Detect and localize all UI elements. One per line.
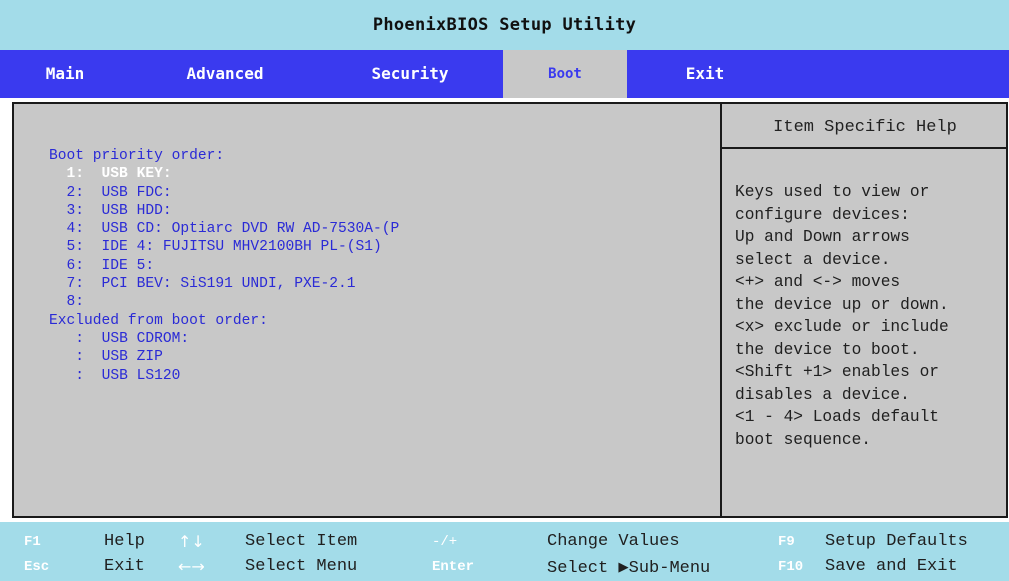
key-f1: F1 <box>24 534 41 550</box>
title-bar: PhoenixBIOS Setup Utility <box>0 0 1009 50</box>
tab-exit[interactable]: Exit <box>665 50 745 98</box>
boot-item-5[interactable]: 5: IDE 4: FUJITSU MHV2100BH PL-(S1) <box>49 238 399 256</box>
tab-advanced[interactable]: Advanced <box>160 50 290 98</box>
tab-security[interactable]: Security <box>345 50 475 98</box>
boot-item-8[interactable]: 8: <box>49 293 399 311</box>
help-text: Keys used to view or configure devices: … <box>735 181 1005 451</box>
help-line: boot sequence. <box>735 430 871 449</box>
boot-order-list: Boot priority order: 1: USB KEY: 2: USB … <box>49 147 399 385</box>
key-help-footer: F1 Help ↑↓ Select Item -/+ Change Values… <box>0 522 1009 581</box>
boot-priority-heading: Boot priority order: <box>49 148 225 164</box>
help-line: Keys used to view or <box>735 183 930 201</box>
boot-item-3[interactable]: 3: USB HDD: <box>49 202 399 220</box>
change-values-label: Change Values <box>547 532 680 551</box>
select-submenu-label: Select ▶Sub-Menu <box>547 559 711 578</box>
save-and-exit-label: Save and Exit <box>825 557 958 576</box>
key-f9: F9 <box>778 534 795 550</box>
app-title: PhoenixBIOS Setup Utility <box>372 15 637 35</box>
help-line: configure devices: <box>735 205 910 224</box>
tab-boot[interactable]: Boot <box>503 50 627 98</box>
help-line: select a device. <box>735 250 891 269</box>
exit-key-label: Exit <box>104 557 145 576</box>
select-item-label: Select Item <box>245 532 358 551</box>
key-esc: Esc <box>24 559 50 575</box>
key-f10: F10 <box>778 559 804 575</box>
boot-item-6[interactable]: 6: IDE 5: <box>49 257 399 275</box>
boot-item-2[interactable]: 2: USB FDC: <box>49 184 399 202</box>
excluded-item-2[interactable]: : USB ZIP <box>49 348 399 366</box>
boot-item-1[interactable]: 1: USB KEY: <box>49 165 399 183</box>
up-down-arrows-icon: ↑↓ <box>178 532 205 551</box>
key-plus-minus: -/+ <box>432 534 458 550</box>
key-enter: Enter <box>432 559 475 575</box>
menu-bar: Main Advanced Security Boot Exit <box>0 50 1009 98</box>
left-right-arrows-icon: ←→ <box>178 557 205 576</box>
excluded-item-3[interactable]: : USB LS120 <box>49 367 399 385</box>
select-menu-label: Select Menu <box>245 557 358 576</box>
help-line: <Shift +1> enables or <box>735 363 939 381</box>
tab-main[interactable]: Main <box>20 50 110 98</box>
help-line: the device to boot. <box>735 340 920 359</box>
boot-item-7[interactable]: 7: PCI BEV: SiS191 UNDI, PXE-2.1 <box>49 275 399 293</box>
help-key-label: Help <box>104 532 145 551</box>
boot-item-4[interactable]: 4: USB CD: Optiarc DVD RW AD-7530A-(P <box>49 220 400 238</box>
setup-defaults-label: Setup Defaults <box>825 532 968 551</box>
excluded-heading: Excluded from boot order: <box>49 312 268 329</box>
excluded-item-1[interactable]: : USB CDROM: <box>49 330 399 348</box>
main-panel: Boot priority order: 1: USB KEY: 2: USB … <box>12 102 1008 518</box>
panel-divider <box>720 104 722 516</box>
help-line: <x> exclude or include <box>735 318 949 336</box>
help-title: Item Specific Help <box>773 118 957 137</box>
help-divider <box>722 147 1008 149</box>
help-line: Up and Down arrows <box>735 228 910 246</box>
help-line: the device up or down. <box>735 295 949 314</box>
help-line: disables a device. <box>735 385 910 404</box>
help-line: <+> and <-> moves <box>735 273 901 291</box>
help-line: <1 - 4> Loads default <box>735 408 939 426</box>
